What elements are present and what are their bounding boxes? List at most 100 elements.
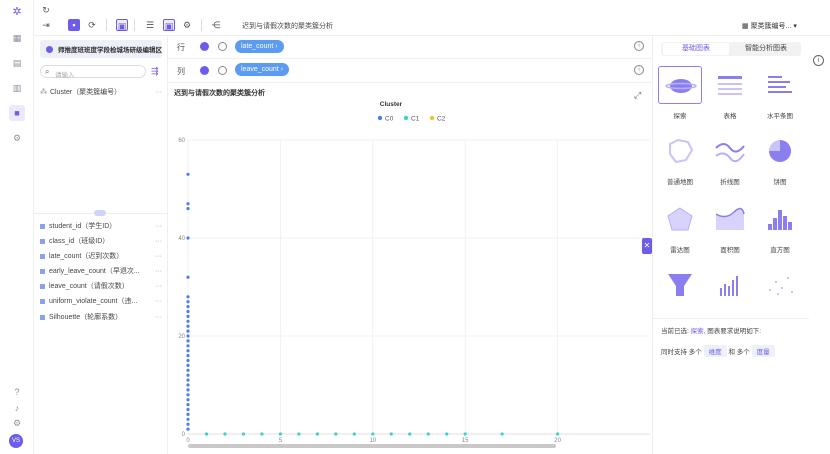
scatter-point[interactable] [463, 432, 467, 436]
table-view-icon[interactable]: ▣ [163, 19, 175, 31]
add-field-icon[interactable]: ⇶ [151, 66, 159, 77]
scatter-point[interactable] [556, 432, 560, 436]
collapse-panel-icon[interactable]: ⇥ [40, 19, 52, 31]
avatar[interactable]: VS [9, 434, 23, 448]
scatter-point[interactable] [334, 432, 338, 436]
layout-icon[interactable]: ▣ [116, 19, 128, 31]
chart-type-explore[interactable] [658, 66, 702, 104]
measure-item[interactable]: early_leave_count（早退次... ··· [40, 266, 166, 278]
scatter-point[interactable] [186, 207, 190, 211]
dimension-item[interactable]: ⁂ Cluster（聚类簇编号） ··· [40, 87, 166, 99]
info-icon[interactable]: i [634, 41, 644, 51]
scatter-point[interactable] [223, 432, 227, 436]
more-icon[interactable]: ··· [155, 236, 162, 248]
scatter-point[interactable] [186, 422, 190, 426]
chart-type-scatter[interactable] [758, 266, 802, 304]
scatter-point[interactable] [186, 344, 190, 348]
scatter-point[interactable] [186, 236, 190, 240]
scatter-point[interactable] [186, 295, 190, 299]
measure-item[interactable]: student_id（学生ID） ··· [40, 221, 166, 233]
scatter-point[interactable] [186, 305, 190, 309]
col-field-pill[interactable]: leave_count › [235, 63, 290, 76]
scatter-point[interactable] [186, 202, 190, 206]
legend-item[interactable]: C0 [377, 116, 394, 123]
chart-type-area[interactable] [708, 200, 752, 238]
more-icon[interactable]: ··· [155, 312, 162, 324]
chart-type-line[interactable] [708, 132, 752, 170]
legend-item[interactable]: C2 [429, 116, 446, 123]
scatter-point[interactable] [278, 432, 282, 436]
tab-basic-charts[interactable]: 基础图表 [663, 43, 729, 55]
gear-icon[interactable]: ⚙ [181, 19, 193, 31]
dataset-selector[interactable]: ▦ 聚类簇编号... ▾ [742, 21, 797, 31]
scatter-point[interactable] [186, 324, 190, 328]
scatter-point[interactable] [445, 432, 449, 436]
row-info-icon[interactable] [218, 42, 227, 51]
measure-item[interactable]: Silhouette（轮廓系数） ··· [40, 312, 166, 324]
more-icon[interactable]: ··· [155, 251, 162, 263]
row-field-pill[interactable]: late_count › [235, 40, 284, 53]
info-icon[interactable]: i [634, 65, 644, 75]
scatter-point[interactable] [186, 398, 190, 402]
more-icon[interactable]: ··· [155, 221, 162, 233]
measure-item[interactable]: class_id（班级ID） ··· [40, 236, 166, 248]
row-sort-icon[interactable] [200, 42, 209, 51]
filter-icon[interactable]: ☰ [144, 19, 156, 31]
scatter-point[interactable] [186, 407, 190, 412]
more-icon[interactable]: ··· [155, 266, 162, 278]
scatter-point[interactable] [186, 403, 190, 407]
col-info-icon[interactable] [218, 66, 227, 75]
scatter-point[interactable] [186, 388, 190, 392]
measure-item[interactable]: leave_count（请假次数） ··· [40, 281, 166, 293]
chart-type-funnel[interactable] [658, 266, 702, 304]
dataset-header[interactable]: 师推度班班度学段检城场研级编辑区 [40, 40, 162, 58]
scatter-point[interactable] [186, 314, 190, 318]
chart-icon[interactable]: ▥ [11, 82, 23, 94]
share-icon[interactable]: ⋲ [210, 19, 222, 31]
more-icon[interactable]: ··· [155, 281, 162, 293]
scatter-point[interactable] [186, 427, 190, 431]
scatter-point[interactable] [500, 432, 504, 436]
split-handle[interactable] [94, 210, 106, 216]
tab-smart-charts[interactable]: 智能分析图表 [733, 43, 799, 55]
bell-icon[interactable]: ♪ [11, 402, 23, 414]
scatter-point[interactable] [186, 309, 190, 314]
current-chart-link[interactable]: 探索 [691, 328, 704, 335]
chart-type-radar[interactable] [658, 200, 702, 238]
scatter-point[interactable] [186, 358, 190, 363]
scatter-point[interactable] [186, 378, 190, 382]
collapse-right-panel-button[interactable]: ✕ [642, 238, 652, 254]
help-icon[interactable]: ? [11, 386, 23, 398]
scatter-point[interactable] [186, 368, 190, 372]
sync-icon[interactable]: ⟳ [86, 19, 98, 31]
chart-type-map[interactable] [658, 132, 702, 170]
search-input[interactable]: ⌕ 请输入 [40, 65, 146, 79]
scatter-point[interactable] [186, 300, 190, 304]
scatter-point[interactable] [186, 383, 190, 387]
legend-item[interactable]: C1 [403, 116, 420, 123]
scatter-point[interactable] [389, 432, 393, 436]
chart-type-bar[interactable] [708, 266, 752, 304]
scatter-point[interactable] [186, 349, 190, 353]
scatter-point[interactable] [186, 172, 190, 176]
chart-type-hbar[interactable] [758, 66, 802, 104]
scatter-point[interactable] [241, 432, 246, 436]
more-icon[interactable]: ··· [155, 87, 162, 99]
scatter-point[interactable] [186, 412, 190, 416]
folder-icon[interactable]: ■ [9, 105, 25, 121]
scatter-point[interactable] [186, 373, 190, 377]
scatter-point[interactable] [186, 329, 190, 333]
settings-icon[interactable]: ⚙ [11, 132, 23, 144]
scatter-point[interactable] [186, 363, 190, 367]
scatter-point[interactable] [408, 432, 412, 436]
measure-item[interactable]: late_count（迟到次数） ··· [40, 251, 166, 263]
scatter-point[interactable] [186, 393, 190, 397]
scatter-point[interactable] [186, 319, 190, 323]
scatter-point[interactable] [186, 275, 190, 279]
info-icon[interactable]: i [813, 55, 824, 66]
save-icon[interactable]: ▪ [68, 19, 80, 31]
gear-icon[interactable]: ⚙ [11, 417, 23, 429]
chart-type-pie[interactable] [758, 132, 802, 170]
database-icon[interactable]: ▤ [11, 57, 23, 69]
scatter-point[interactable] [371, 432, 375, 436]
